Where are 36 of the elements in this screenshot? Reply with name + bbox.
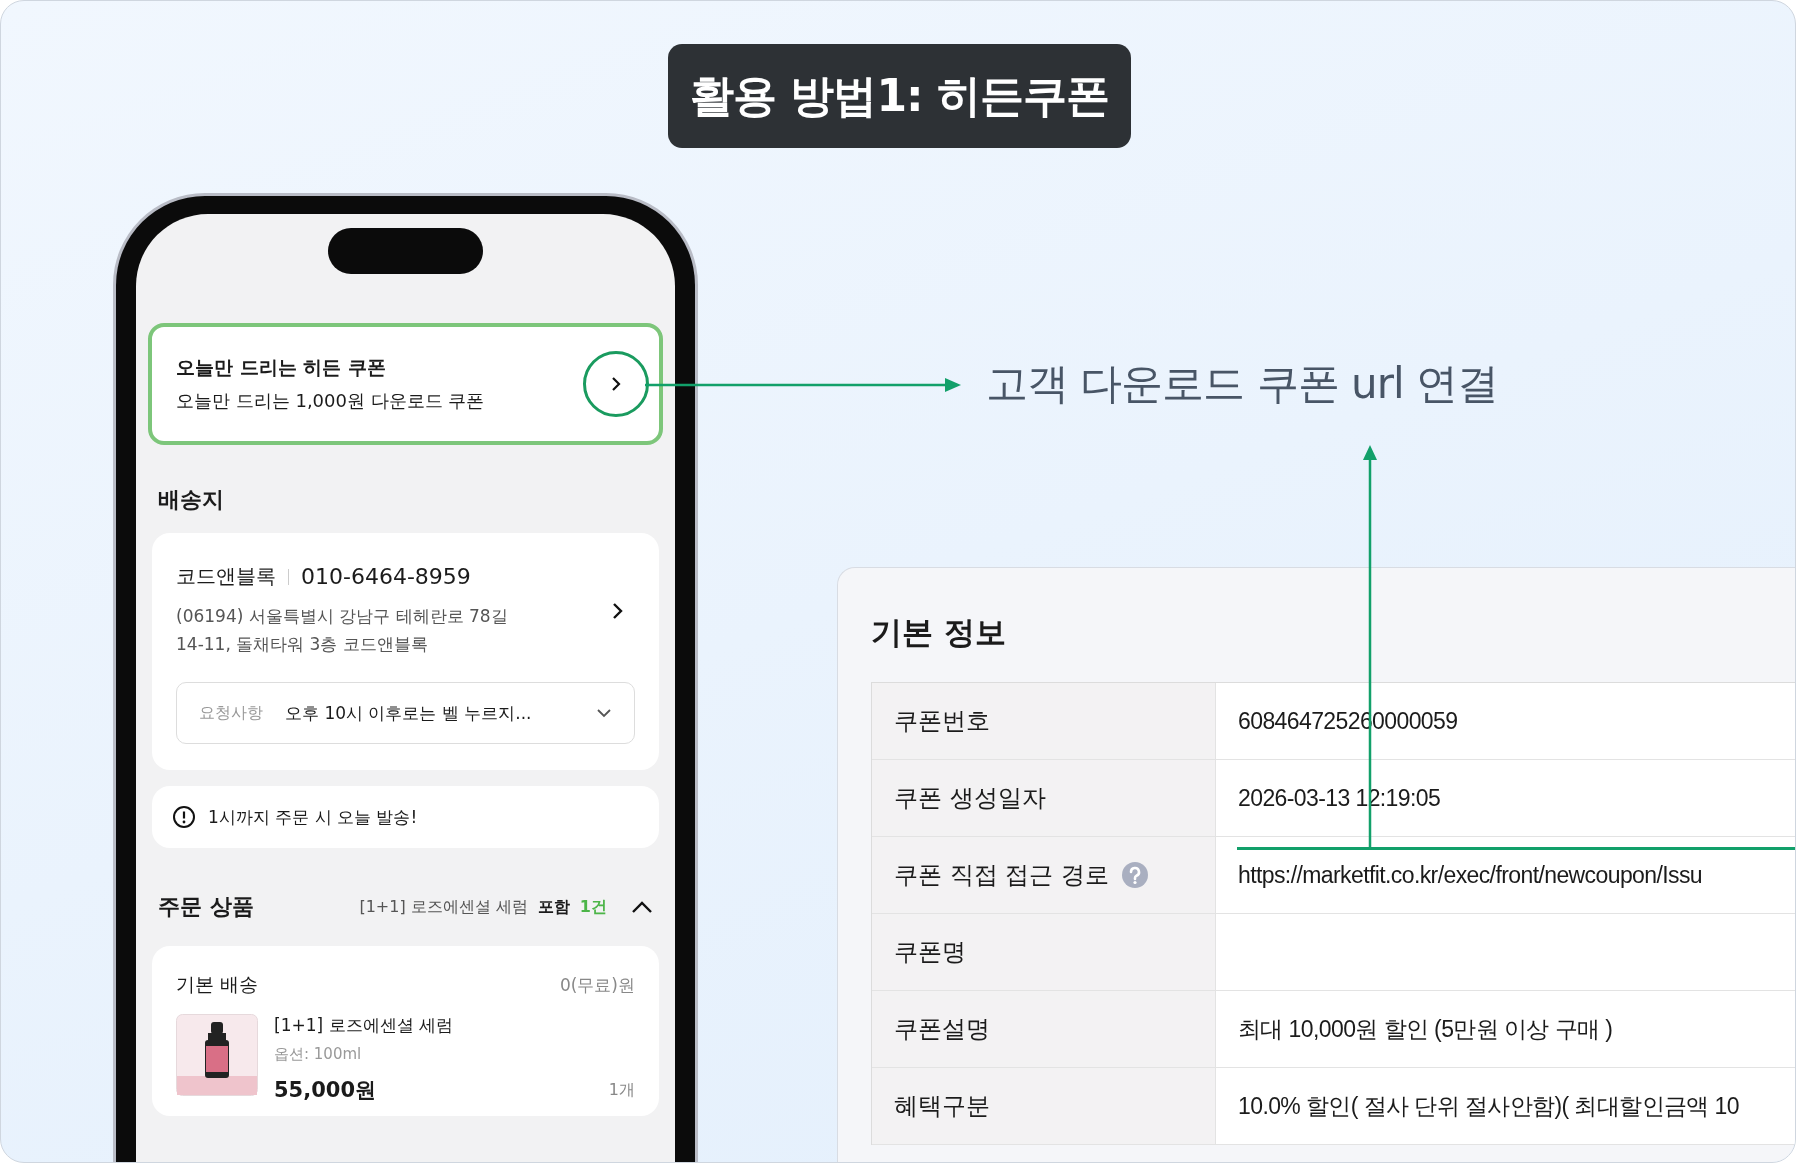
- field-label: 혜택구분: [894, 1091, 990, 1122]
- field-label: 쿠폰설명: [894, 1014, 990, 1045]
- field-label: 쿠폰번호: [894, 706, 990, 737]
- section-heading: 배송지: [158, 486, 225, 514]
- product-option: 옵션: 100ml: [274, 1045, 635, 1065]
- address-line: (06194) 서울특별시 강남구 테헤란로 78길: [176, 605, 508, 628]
- annotation-text: 고객 다운로드 쿠폰 url 연결: [986, 358, 1498, 410]
- order-count: 1건: [579, 896, 607, 918]
- request-dropdown[interactable]: 요청사항 오후 10시 이후로는 벨 누르지...: [176, 682, 635, 745]
- notice-text: 1시까지 주문 시 오늘 발송!: [208, 805, 418, 829]
- coupon-subtitle: 오늘만 드리는 1,000원 다운로드 쿠폰: [176, 389, 485, 413]
- delivery-fee: 0(무료)원: [559, 973, 635, 997]
- delivery-label: 기본 배송: [176, 972, 259, 998]
- phone-number: 010-6464-8959: [301, 564, 471, 589]
- table-cell: 10.0% 할인( 절사 단위 절사안함)( 최대할인금액 10: [1216, 1068, 1795, 1144]
- field-label: 쿠폰 직접 접근 경로: [894, 860, 1109, 891]
- table-cell: https://marketfit.co.kr/exec/front/newcoupon/Issu: [1216, 837, 1795, 913]
- table-cell: 최대 10,000원 할인 (5만원 이상 구매 ): [1216, 991, 1795, 1067]
- chevron-down-icon: [596, 708, 612, 719]
- coupon-title: 오늘만 드리는 히든 쿠폰: [176, 355, 387, 380]
- chevron-up-icon[interactable]: [631, 900, 653, 915]
- coupon-banner[interactable]: 오늘만 드리는 히든 쿠폰 오늘만 드리는 1,000원 다운로드 쿠폰: [148, 323, 663, 445]
- address-line: 14-11, 돌채타워 3층 코드앤블록: [176, 633, 429, 657]
- order-summary: [1+1] 로즈에센셜 세럼: [359, 896, 528, 918]
- recipient-name: 코드앤블록: [176, 563, 276, 590]
- product-price: 55,000원: [274, 1077, 377, 1105]
- included-label: 포함: [537, 896, 570, 918]
- field-label: 쿠폰명: [894, 937, 966, 968]
- product-name: [1+1] 로즈에센셜 세럼: [274, 1014, 454, 1038]
- chevron-right-icon[interactable]: [611, 601, 625, 620]
- section-heading: 주문 상품: [158, 893, 255, 922]
- panel-heading: 기본 정보: [871, 613, 1007, 652]
- alert-icon: [172, 805, 196, 830]
- field-label: 쿠폰 생성일자: [894, 783, 1046, 814]
- product-quantity: 1개: [608, 1079, 635, 1101]
- title-badge: 활용 방법1: 히든쿠폰: [668, 44, 1131, 148]
